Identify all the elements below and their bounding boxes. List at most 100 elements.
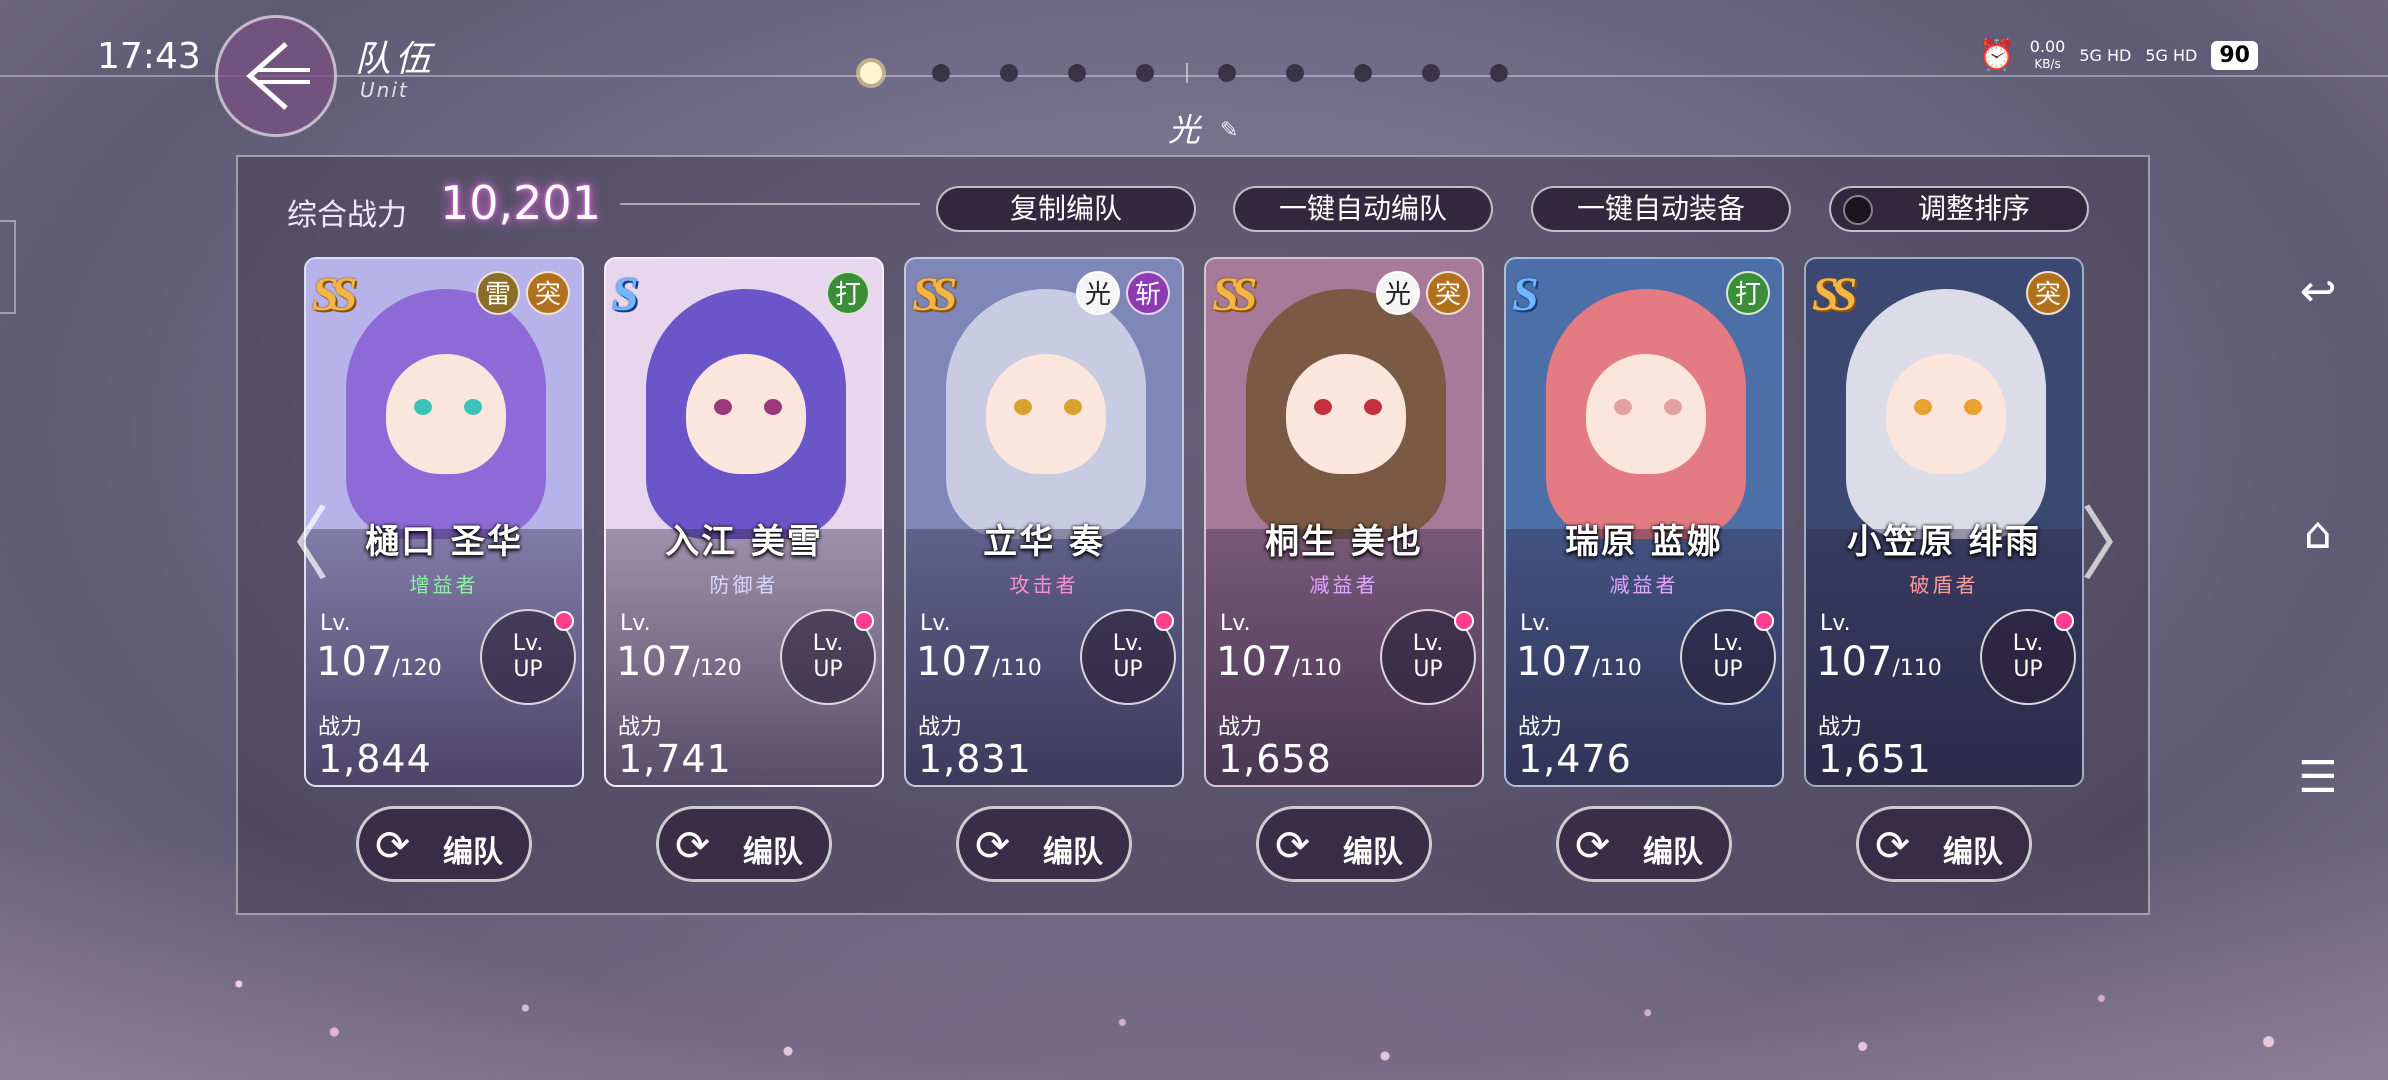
team-name[interactable]: 光 (1168, 105, 1200, 151)
rarity-badge: S (612, 268, 639, 321)
power-value: 1,651 (1818, 737, 1932, 781)
edit-team-button[interactable]: ⟳ 编队 (956, 806, 1132, 882)
side-decoration (0, 220, 16, 314)
rarity-badge: S (1512, 268, 1539, 321)
edit-team-button[interactable]: ⟳ 编队 (356, 806, 532, 882)
level-value: 107/110 (916, 639, 1042, 685)
swap-icon: ⟳ (675, 821, 711, 870)
rarity-badge: SS (312, 268, 357, 321)
total-power-value: 10,201 (440, 176, 601, 230)
character-name: 樋口 圣华 (365, 522, 523, 562)
character-card[interactable]: SS 光斩 立华 奏 攻击者 Lv. 107/110 Lv. UP 战力 1,83… (904, 257, 1184, 787)
team-dot-4[interactable] (1068, 64, 1086, 82)
notification-dot (1154, 611, 1174, 631)
team-page-indicator (860, 62, 1558, 84)
level-label: Lv. (620, 611, 651, 636)
edit-team-button[interactable]: ⟳ 编队 (1256, 806, 1432, 882)
rarity-badge: SS (1812, 268, 1857, 321)
level-value: 107/120 (316, 639, 442, 685)
character-role: 防御者 (709, 573, 779, 597)
team-dot-5[interactable] (1136, 64, 1154, 82)
dot-separator (1186, 63, 1188, 83)
copy-team-button[interactable]: 复制编队 (936, 186, 1196, 232)
character-card[interactable]: S 打 瑞原 蓝娜 减益者 Lv. 107/110 Lv. UP 战力 1,476 (1504, 257, 1784, 787)
edit-team-button[interactable]: ⟳ 编队 (1556, 806, 1732, 882)
notification-dot (1754, 611, 1774, 631)
level-value: 107/120 (616, 639, 742, 685)
edit-team-button[interactable]: ⟳ 编队 (1856, 806, 2032, 882)
level-value: 107/110 (1216, 639, 1342, 685)
team-dot-2[interactable] (932, 64, 950, 82)
notification-dot (1454, 611, 1474, 631)
auto-equip-button[interactable]: 一键自动装备 (1531, 186, 1791, 232)
swap-icon: ⟳ (1275, 821, 1311, 870)
character-name: 入江 美雪 (665, 522, 823, 562)
notification-dot (2054, 611, 2074, 631)
character-card[interactable]: SS 突 小笠原 绯雨 破盾者 Lv. 107/110 Lv. UP 战力 1,6… (1804, 257, 2084, 787)
rarity-badge: SS (1212, 268, 1257, 321)
attribute-badge: 突 (1426, 271, 1470, 315)
swap-icon: ⟳ (1575, 821, 1611, 870)
network-speed: 0.00 KB/s (2029, 37, 2066, 72)
prev-team-arrow-icon[interactable]: 〈 (250, 480, 330, 596)
attribute-badge: 斩 (1126, 271, 1170, 315)
level-label: Lv. (320, 611, 351, 636)
team-dot-3[interactable] (1000, 64, 1018, 82)
toggle-ring-icon (1843, 195, 1873, 225)
team-dot-7[interactable] (1286, 64, 1304, 82)
level-label: Lv. (1220, 611, 1251, 636)
attribute-badge: 雷 (476, 271, 520, 315)
rarity-badge: SS (912, 268, 957, 321)
character-role: 减益者 (1609, 573, 1679, 597)
character-card[interactable]: S 打 入江 美雪 防御者 Lv. 107/120 Lv. UP 战力 1,741 (604, 257, 884, 787)
attribute-badge: 光 (1376, 271, 1420, 315)
power-value: 1,658 (1218, 737, 1332, 781)
character-role: 攻击者 (1009, 573, 1079, 597)
next-team-arrow-icon[interactable]: 〉 (2080, 480, 2160, 596)
edit-team-button[interactable]: ⟳ 编队 (656, 806, 832, 882)
power-value: 1,844 (318, 737, 432, 781)
power-value: 1,476 (1518, 737, 1632, 781)
level-value: 107/110 (1816, 639, 1942, 685)
alarm-icon: ⏰ (1978, 38, 2016, 73)
status-bar-right: ⏰ 0.00 KB/s 5G HD 5G HD 90 (1978, 38, 2258, 73)
level-label: Lv. (1520, 611, 1551, 636)
sort-button[interactable]: 调整排序 (1829, 186, 2089, 232)
character-role: 破盾者 (1909, 573, 1979, 597)
level-label: Lv. (1820, 611, 1851, 636)
system-menu-icon[interactable]: ☰ (2288, 752, 2348, 803)
character-name: 立华 奏 (983, 522, 1105, 562)
page-title: 队伍 (355, 39, 436, 80)
attribute-badge: 突 (526, 271, 570, 315)
edit-pencil-icon[interactable]: ✎ (1220, 118, 1238, 143)
back-button[interactable] (215, 15, 337, 137)
notification-dot (554, 611, 574, 631)
character-card[interactable]: SS 雷突 樋口 圣华 增益者 Lv. 107/120 Lv. UP 战力 1,8… (304, 257, 584, 787)
attribute-badge: 打 (826, 271, 870, 315)
team-dot-6[interactable] (1218, 64, 1236, 82)
character-name: 小笠原 绯雨 (1847, 522, 2041, 562)
page-subtitle: Unit (360, 78, 409, 102)
battery-level: 90 (2211, 41, 2258, 70)
signal-1: 5G HD (2079, 46, 2132, 65)
team-dot-1[interactable] (860, 62, 882, 84)
system-back-icon[interactable]: ↩ (2288, 266, 2348, 317)
signal-2: 5G HD (2145, 46, 2198, 65)
system-home-icon[interactable]: ⌂ (2288, 508, 2348, 559)
character-role: 增益者 (409, 573, 479, 597)
sort-label: 调整排序 (1917, 192, 2030, 225)
character-name: 桐生 美也 (1265, 522, 1423, 562)
total-power-label: 综合战力 (287, 198, 407, 233)
back-arrow-icon (246, 42, 310, 110)
attribute-badge: 突 (2026, 271, 2070, 315)
attribute-badge: 光 (1076, 271, 1120, 315)
swap-icon: ⟳ (1875, 821, 1911, 870)
team-dot-10[interactable] (1490, 64, 1508, 82)
character-name: 瑞原 蓝娜 (1565, 522, 1723, 562)
character-card[interactable]: SS 光突 桐生 美也 减益者 Lv. 107/110 Lv. UP 战力 1,6… (1204, 257, 1484, 787)
team-dot-9[interactable] (1422, 64, 1440, 82)
level-value: 107/110 (1516, 639, 1642, 685)
auto-team-button[interactable]: 一键自动编队 (1233, 186, 1493, 232)
swap-icon: ⟳ (975, 821, 1011, 870)
team-dot-8[interactable] (1354, 64, 1372, 82)
